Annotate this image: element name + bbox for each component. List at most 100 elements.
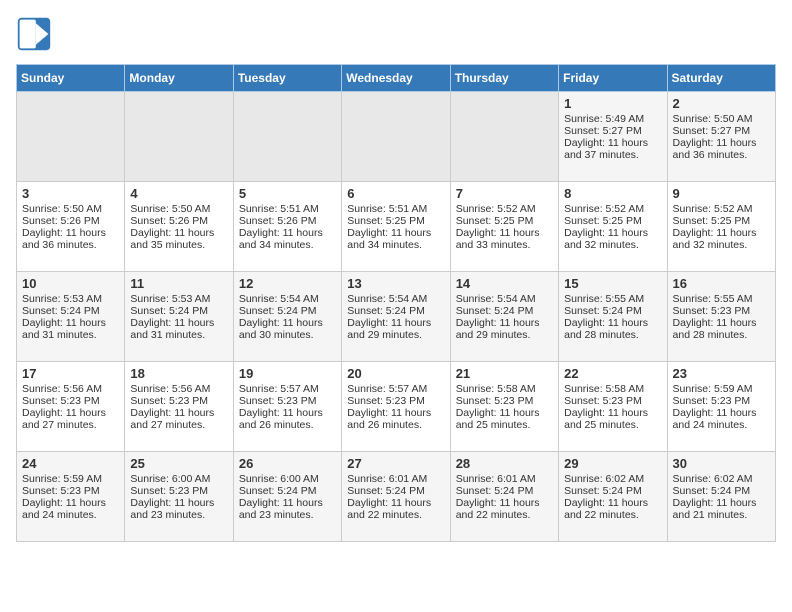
- calendar-cell: 27Sunrise: 6:01 AMSunset: 5:24 PMDayligh…: [342, 452, 450, 542]
- sunrise-text: Sunrise: 5:52 AM: [564, 203, 661, 215]
- daylight-text: Daylight: 11 hours and 22 minutes.: [564, 497, 661, 521]
- calendar-cell: 13Sunrise: 5:54 AMSunset: 5:24 PMDayligh…: [342, 272, 450, 362]
- daylight-text: Daylight: 11 hours and 23 minutes.: [130, 497, 227, 521]
- daylight-text: Daylight: 11 hours and 27 minutes.: [22, 407, 119, 431]
- day-number: 26: [239, 456, 336, 471]
- calendar-cell: 23Sunrise: 5:59 AMSunset: 5:23 PMDayligh…: [667, 362, 775, 452]
- day-number: 4: [130, 186, 227, 201]
- day-number: 23: [673, 366, 770, 381]
- sunset-text: Sunset: 5:24 PM: [456, 305, 553, 317]
- daylight-text: Daylight: 11 hours and 37 minutes.: [564, 137, 661, 161]
- sunset-text: Sunset: 5:27 PM: [673, 125, 770, 137]
- calendar-week-row: 3Sunrise: 5:50 AMSunset: 5:26 PMDaylight…: [17, 182, 776, 272]
- sunset-text: Sunset: 5:23 PM: [22, 395, 119, 407]
- daylight-text: Daylight: 11 hours and 32 minutes.: [673, 227, 770, 251]
- sunrise-text: Sunrise: 5:55 AM: [564, 293, 661, 305]
- day-number: 13: [347, 276, 444, 291]
- day-number: 18: [130, 366, 227, 381]
- sunset-text: Sunset: 5:23 PM: [456, 395, 553, 407]
- sunrise-text: Sunrise: 5:59 AM: [22, 473, 119, 485]
- sunrise-text: Sunrise: 5:53 AM: [22, 293, 119, 305]
- sunset-text: Sunset: 5:23 PM: [130, 485, 227, 497]
- calendar-cell: 30Sunrise: 6:02 AMSunset: 5:24 PMDayligh…: [667, 452, 775, 542]
- daylight-text: Daylight: 11 hours and 22 minutes.: [456, 497, 553, 521]
- day-number: 15: [564, 276, 661, 291]
- sunrise-text: Sunrise: 6:00 AM: [130, 473, 227, 485]
- calendar-cell: 1Sunrise: 5:49 AMSunset: 5:27 PMDaylight…: [559, 92, 667, 182]
- calendar-table: SundayMondayTuesdayWednesdayThursdayFrid…: [16, 64, 776, 542]
- sunrise-text: Sunrise: 5:58 AM: [564, 383, 661, 395]
- weekday-header: Friday: [559, 65, 667, 92]
- sunset-text: Sunset: 5:24 PM: [130, 305, 227, 317]
- daylight-text: Daylight: 11 hours and 32 minutes.: [564, 227, 661, 251]
- calendar-cell: 3Sunrise: 5:50 AMSunset: 5:26 PMDaylight…: [17, 182, 125, 272]
- daylight-text: Daylight: 11 hours and 24 minutes.: [22, 497, 119, 521]
- sunset-text: Sunset: 5:24 PM: [239, 485, 336, 497]
- day-number: 9: [673, 186, 770, 201]
- day-number: 25: [130, 456, 227, 471]
- sunrise-text: Sunrise: 6:02 AM: [564, 473, 661, 485]
- calendar-cell: 22Sunrise: 5:58 AMSunset: 5:23 PMDayligh…: [559, 362, 667, 452]
- sunrise-text: Sunrise: 5:54 AM: [347, 293, 444, 305]
- sunset-text: Sunset: 5:26 PM: [22, 215, 119, 227]
- calendar-week-row: 1Sunrise: 5:49 AMSunset: 5:27 PMDaylight…: [17, 92, 776, 182]
- sunrise-text: Sunrise: 5:50 AM: [130, 203, 227, 215]
- sunrise-text: Sunrise: 5:50 AM: [22, 203, 119, 215]
- sunset-text: Sunset: 5:24 PM: [22, 305, 119, 317]
- sunset-text: Sunset: 5:23 PM: [22, 485, 119, 497]
- calendar-cell: [342, 92, 450, 182]
- sunset-text: Sunset: 5:24 PM: [456, 485, 553, 497]
- sunset-text: Sunset: 5:23 PM: [130, 395, 227, 407]
- daylight-text: Daylight: 11 hours and 22 minutes.: [347, 497, 444, 521]
- sunrise-text: Sunrise: 5:52 AM: [456, 203, 553, 215]
- calendar-cell: 14Sunrise: 5:54 AMSunset: 5:24 PMDayligh…: [450, 272, 558, 362]
- calendar-week-row: 24Sunrise: 5:59 AMSunset: 5:23 PMDayligh…: [17, 452, 776, 542]
- weekday-header: Saturday: [667, 65, 775, 92]
- calendar-cell: 19Sunrise: 5:57 AMSunset: 5:23 PMDayligh…: [233, 362, 341, 452]
- sunrise-text: Sunrise: 5:56 AM: [22, 383, 119, 395]
- logo: [16, 16, 56, 52]
- sunrise-text: Sunrise: 5:49 AM: [564, 113, 661, 125]
- daylight-text: Daylight: 11 hours and 26 minutes.: [239, 407, 336, 431]
- daylight-text: Daylight: 11 hours and 25 minutes.: [564, 407, 661, 431]
- weekday-header: Sunday: [17, 65, 125, 92]
- sunset-text: Sunset: 5:25 PM: [456, 215, 553, 227]
- sunrise-text: Sunrise: 6:02 AM: [673, 473, 770, 485]
- calendar-cell: 28Sunrise: 6:01 AMSunset: 5:24 PMDayligh…: [450, 452, 558, 542]
- day-number: 28: [456, 456, 553, 471]
- sunrise-text: Sunrise: 6:01 AM: [347, 473, 444, 485]
- sunset-text: Sunset: 5:26 PM: [130, 215, 227, 227]
- weekday-header: Tuesday: [233, 65, 341, 92]
- daylight-text: Daylight: 11 hours and 31 minutes.: [130, 317, 227, 341]
- daylight-text: Daylight: 11 hours and 29 minutes.: [456, 317, 553, 341]
- calendar-cell: 16Sunrise: 5:55 AMSunset: 5:23 PMDayligh…: [667, 272, 775, 362]
- sunset-text: Sunset: 5:24 PM: [347, 305, 444, 317]
- sunset-text: Sunset: 5:25 PM: [564, 215, 661, 227]
- sunset-text: Sunset: 5:24 PM: [564, 485, 661, 497]
- weekday-header: Monday: [125, 65, 233, 92]
- calendar-cell: 21Sunrise: 5:58 AMSunset: 5:23 PMDayligh…: [450, 362, 558, 452]
- day-number: 12: [239, 276, 336, 291]
- daylight-text: Daylight: 11 hours and 26 minutes.: [347, 407, 444, 431]
- sunrise-text: Sunrise: 6:00 AM: [239, 473, 336, 485]
- calendar-cell: 17Sunrise: 5:56 AMSunset: 5:23 PMDayligh…: [17, 362, 125, 452]
- day-number: 24: [22, 456, 119, 471]
- day-number: 5: [239, 186, 336, 201]
- calendar-cell: 11 Sunrise: 5:53 AMSunset: 5:24 PMDayligh…: [125, 272, 233, 362]
- day-number: 29: [564, 456, 661, 471]
- sunrise-text: Sunrise: 5:54 AM: [456, 293, 553, 305]
- day-number: 22: [564, 366, 661, 381]
- sunrise-text: Sunrise: 5:50 AM: [673, 113, 770, 125]
- sunset-text: Sunset: 5:23 PM: [673, 305, 770, 317]
- daylight-text: Daylight: 11 hours and 34 minutes.: [347, 227, 444, 251]
- sunset-text: Sunset: 5:24 PM: [239, 305, 336, 317]
- sunrise-text: Sunrise: 5:53 AM: [130, 293, 227, 305]
- calendar-cell: 4 Sunrise: 5:50 AMSunset: 5:26 PMDaylight…: [125, 182, 233, 272]
- calendar-cell: 25 Sunrise: 6:00 AMSunset: 5:23 PMDayligh…: [125, 452, 233, 542]
- daylight-text: Daylight: 11 hours and 35 minutes.: [130, 227, 227, 251]
- day-number: 11: [130, 276, 227, 291]
- daylight-text: Daylight: 11 hours and 33 minutes.: [456, 227, 553, 251]
- daylight-text: Daylight: 11 hours and 28 minutes.: [673, 317, 770, 341]
- calendar-cell: 7Sunrise: 5:52 AMSunset: 5:25 PMDaylight…: [450, 182, 558, 272]
- day-number: 2: [673, 96, 770, 111]
